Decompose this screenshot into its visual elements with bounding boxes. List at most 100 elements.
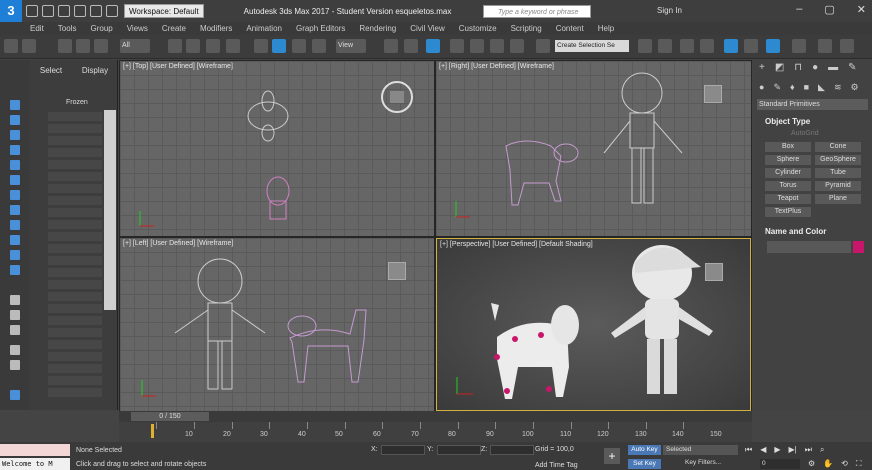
plane-button[interactable]: Plane <box>815 194 861 204</box>
display-geometry-icon[interactable] <box>10 115 20 125</box>
percent-snap-icon[interactable] <box>490 39 504 53</box>
redo-icon[interactable] <box>90 5 102 17</box>
selection-filter-dropdown[interactable]: All <box>120 39 150 53</box>
list-item[interactable] <box>48 112 102 121</box>
window-crossing-icon[interactable] <box>226 39 240 53</box>
search-input[interactable]: Type a keyword or phrase <box>483 5 591 18</box>
display-tab-icon[interactable]: ▬ <box>828 62 838 76</box>
hierarchy-tab-icon[interactable]: ⊓ <box>794 62 802 76</box>
key-selection-dropdown[interactable]: Selected <box>663 445 738 455</box>
menu-edit[interactable]: Edit <box>30 24 44 33</box>
reference-coordinate-dropdown[interactable]: View <box>336 39 366 53</box>
orbit-icon[interactable]: ⟲ <box>841 459 848 469</box>
pivot-center-icon[interactable] <box>384 39 398 53</box>
select-icon[interactable] <box>10 100 20 110</box>
zoom-icon[interactable]: ⌕ <box>820 445 824 455</box>
helpers-icon[interactable]: ◣ <box>818 82 825 95</box>
create-selection-set-dropdown[interactable]: Create Selection Se <box>555 40 629 52</box>
list-item[interactable] <box>48 304 102 313</box>
menu-tools[interactable]: Tools <box>58 24 77 33</box>
list-item[interactable] <box>48 316 102 325</box>
save-icon[interactable] <box>58 5 70 17</box>
space-warps-icon[interactable]: ≋ <box>834 82 842 95</box>
invert-display-icon[interactable] <box>10 325 20 335</box>
pan-icon[interactable]: ✋ <box>823 459 833 469</box>
project-icon[interactable] <box>106 5 118 17</box>
motion-tab-icon[interactable]: ● <box>812 62 818 76</box>
set-key-plus-icon[interactable]: + <box>604 448 620 464</box>
viewport-left[interactable]: [+] [Left] [User Defined] [Wireframe] <box>120 238 434 411</box>
mirror-icon[interactable] <box>638 39 652 53</box>
bind-space-warp-icon[interactable] <box>94 39 108 53</box>
edit-named-selection-icon[interactable] <box>536 39 550 53</box>
play-icon[interactable]: ▶ <box>774 445 780 455</box>
menu-views[interactable]: Views <box>127 24 148 33</box>
autogrid-checkbox[interactable]: AutoGrid <box>791 130 819 137</box>
z-coordinate-field[interactable] <box>490 445 534 455</box>
list-item[interactable] <box>48 328 102 337</box>
list-item[interactable] <box>48 160 102 169</box>
minimize-icon[interactable]: – <box>796 3 802 16</box>
open-file-icon[interactable] <box>42 5 54 17</box>
rectangular-selection-icon[interactable] <box>206 39 220 53</box>
list-item[interactable] <box>48 340 102 349</box>
menu-group[interactable]: Group <box>90 24 112 33</box>
add-time-tag[interactable]: Add Time Tag <box>535 462 578 469</box>
unlink-icon[interactable] <box>76 39 90 53</box>
list-item[interactable] <box>48 136 102 145</box>
menu-civil-view[interactable]: Civil View <box>410 24 445 33</box>
snaps-toggle-icon[interactable] <box>450 39 464 53</box>
app-logo[interactable]: 3 <box>0 0 22 22</box>
list-item[interactable] <box>48 244 102 253</box>
shapes-icon[interactable]: ✎ <box>773 82 781 95</box>
time-slider[interactable]: 0 / 150 <box>131 412 209 421</box>
sphere-button[interactable]: Sphere <box>765 155 811 165</box>
close-icon[interactable]: ✕ <box>857 3 866 16</box>
geosphere-button[interactable]: GeoSphere <box>815 155 861 165</box>
place-icon[interactable] <box>312 39 326 53</box>
tab-display[interactable]: Display <box>82 66 108 75</box>
list-item[interactable] <box>48 256 102 265</box>
lights-icon[interactable]: ♦ <box>790 82 795 95</box>
rotate-icon[interactable] <box>272 39 286 53</box>
key-filters-button[interactable]: Key Filters... <box>685 459 721 466</box>
curve-editor-icon[interactable] <box>724 39 738 53</box>
menu-rendering[interactable]: Rendering <box>359 24 396 33</box>
list-item[interactable] <box>48 292 102 301</box>
frozen-column-header[interactable]: Frozen <box>66 99 88 106</box>
utilities-tab-icon[interactable]: ✎ <box>848 62 856 76</box>
list-item[interactable] <box>48 388 102 397</box>
spinner-snap-icon[interactable] <box>510 39 524 53</box>
menu-create[interactable]: Create <box>162 24 186 33</box>
current-frame-field[interactable]: 0 <box>760 459 800 469</box>
align-icon[interactable] <box>658 39 672 53</box>
scene-scrollbar[interactable] <box>104 110 116 310</box>
time-marker[interactable] <box>151 424 154 438</box>
pyramid-button[interactable]: Pyramid <box>815 181 861 191</box>
render-setup-icon[interactable] <box>792 39 806 53</box>
go-to-start-icon[interactable]: ⏮ <box>745 445 752 455</box>
display-shapes-icon[interactable] <box>10 130 20 140</box>
display-lights-icon[interactable] <box>10 145 20 155</box>
object-type-rollout[interactable]: Object Type <box>765 117 810 126</box>
layer-explorer-icon[interactable] <box>680 39 694 53</box>
display-all-icon[interactable] <box>10 295 20 305</box>
maximize-icon[interactable]: ▢ <box>824 3 834 16</box>
select-manipulate-icon[interactable] <box>404 39 418 53</box>
undo-icon[interactable] <box>4 39 18 53</box>
display-cameras-icon[interactable] <box>10 160 20 170</box>
display-containers-icon[interactable] <box>10 250 20 260</box>
link-icon[interactable] <box>58 39 72 53</box>
filter-icon[interactable] <box>10 360 20 370</box>
menu-graph-editors[interactable]: Graph Editors <box>296 24 345 33</box>
list-item[interactable] <box>48 364 102 373</box>
rendered-frame-window-icon[interactable] <box>818 39 832 53</box>
list-item[interactable] <box>48 232 102 241</box>
torus-button[interactable]: Torus <box>765 181 811 191</box>
auto-key-button[interactable]: Auto Key <box>628 445 661 455</box>
menu-help[interactable]: Help <box>598 24 614 33</box>
list-item[interactable] <box>48 208 102 217</box>
workspace-dropdown[interactable]: Workspace: Default <box>124 4 204 18</box>
menu-customize[interactable]: Customize <box>459 24 497 33</box>
tube-button[interactable]: Tube <box>815 168 861 178</box>
